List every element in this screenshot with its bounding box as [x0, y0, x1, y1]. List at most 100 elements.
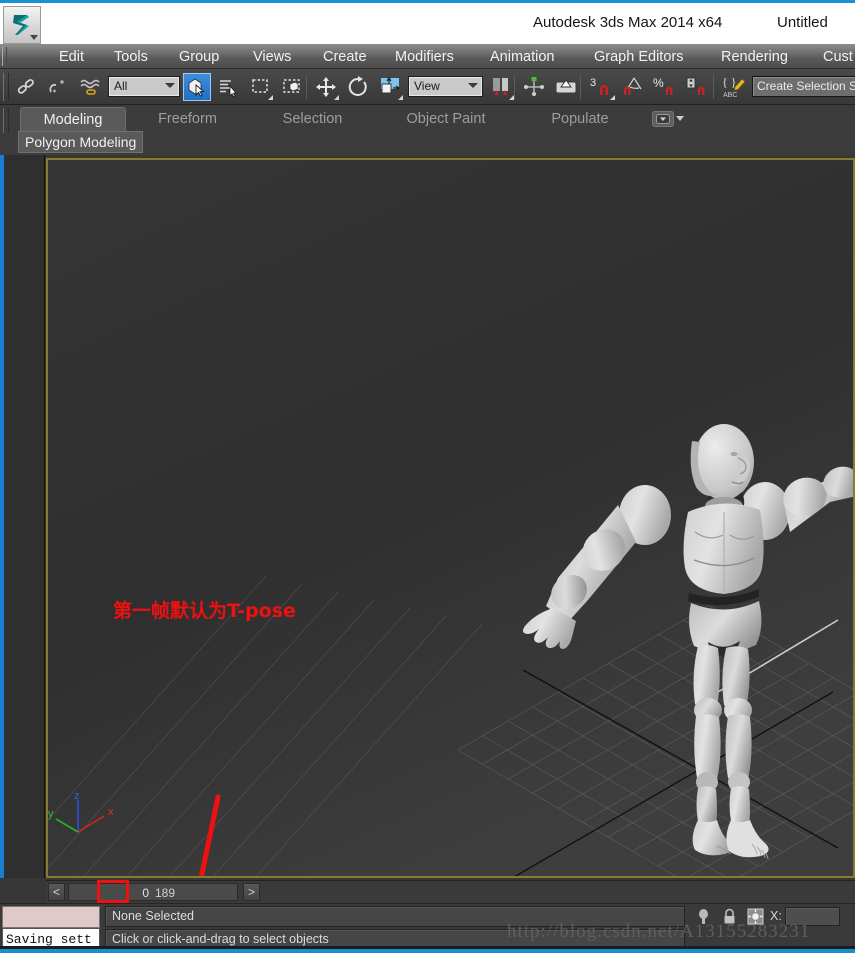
selection-lock-toggle-icon [724, 908, 735, 924]
flyout-indicator-icon [334, 95, 339, 100]
main-toolbar: All View 3 % {} ABC Create Selection Se [0, 69, 855, 105]
current-frame-label: 0 [142, 886, 149, 900]
angle-snap-toggle-button[interactable] [620, 73, 648, 101]
reference-coordinate-value: View [414, 79, 440, 93]
select-and-move-button[interactable] [312, 73, 340, 101]
coordinate-x-label: X: [770, 909, 782, 923]
svg-text:%: % [653, 76, 664, 90]
svg-text:ABC: ABC [723, 92, 737, 99]
3dsmax-window: Autodesk 3ds Max 2014 x64 Untitled Edit … [0, 0, 855, 953]
ribbon-panel-polygon-modeling[interactable]: Polygon Modeling [18, 131, 144, 153]
bind-to-space-warp-icon [80, 79, 100, 95]
flyout-indicator-icon [268, 95, 273, 100]
time-slider-track[interactable]: 0 189 [68, 883, 238, 901]
named-selection-set-field[interactable]: Create Selection Se [752, 76, 855, 97]
time-slider-row: < 0 189 > [46, 880, 855, 903]
key-mode-toggle-button[interactable] [694, 907, 713, 926]
reference-coordinate-combo[interactable]: View [408, 76, 483, 97]
select-object-icon [188, 78, 205, 97]
window-title-document: Untitled [777, 14, 828, 31]
named-selection-set-value: Create Selection Se [757, 79, 855, 93]
chevron-down-icon[interactable] [676, 116, 684, 121]
viewport-scene [48, 160, 853, 876]
bind-to-space-warp-button[interactable] [76, 73, 104, 101]
menu-bar-grip[interactable] [2, 47, 7, 66]
bottom-accent-bar [0, 949, 855, 953]
ribbon-minimize-icon [656, 114, 670, 124]
select-and-manipulate-button[interactable] [520, 73, 548, 101]
mirror-icon [555, 79, 577, 94]
menu-item-views[interactable]: Views [250, 47, 294, 67]
mirror-button[interactable] [552, 73, 580, 101]
annotation-text: 第一帧默认为T-pose [113, 600, 296, 622]
perspective-viewport[interactable]: [+][Perspective][Realistic] [46, 158, 855, 878]
snaps-toggle-button[interactable]: 3 [588, 73, 616, 101]
menu-item-group[interactable]: Group [176, 47, 222, 67]
select-by-name-icon [220, 80, 237, 97]
selection-status-field: None Selected [105, 906, 685, 927]
select-and-link-button[interactable] [12, 73, 40, 101]
main-toolbar-grip[interactable] [3, 73, 9, 101]
menu-item-tools[interactable]: Tools [111, 47, 151, 67]
unlink-selection-icon [49, 80, 64, 93]
selection-lock-toggle-button[interactable] [720, 907, 739, 926]
edit-named-selection-sets-button[interactable]: { } ABC [721, 73, 749, 101]
coordinate-x-input[interactable] [785, 907, 840, 926]
window-crossing-button[interactable] [278, 73, 306, 101]
select-by-name-button[interactable] [214, 73, 242, 101]
tab-modeling[interactable]: Modeling [20, 107, 126, 131]
tab-populate[interactable]: Populate [530, 107, 630, 131]
axis-label-x: x [108, 806, 114, 818]
mental-ray-message-box[interactable] [2, 906, 100, 928]
next-frame-button[interactable]: > [243, 883, 260, 901]
total-frames-label: 189 [155, 886, 176, 900]
tab-freeform[interactable]: Freeform [140, 107, 235, 131]
left-command-panel-strip [0, 155, 45, 878]
select-object-button[interactable] [183, 73, 211, 101]
rectangular-selection-region-button[interactable] [246, 73, 274, 101]
ribbon-minimize-button[interactable] [652, 111, 674, 127]
absolute-relative-transform-button[interactable] [746, 907, 765, 926]
tab-object-paint[interactable]: Object Paint [385, 107, 507, 131]
window-title-product: Autodesk 3ds Max 2014 x64 [533, 14, 723, 31]
window-crossing-icon [283, 79, 300, 93]
unlink-selection-button[interactable] [44, 73, 72, 101]
chevron-down-icon [468, 83, 478, 88]
spinner-snap-toggle-icon [686, 77, 705, 95]
menu-item-create[interactable]: Create [320, 47, 370, 67]
ribbon-grip[interactable] [3, 108, 9, 133]
selection-filter-value: All [114, 79, 128, 93]
absolute-relative-transform-icon [747, 908, 764, 925]
menu-item-customize[interactable]: Cust [820, 47, 855, 67]
menu-item-graph-editors[interactable]: Graph Editors [591, 47, 686, 67]
application-menu-button[interactable] [3, 6, 41, 44]
axis-label-y: y [48, 808, 54, 820]
menu-item-modifiers[interactable]: Modifiers [392, 47, 457, 67]
tab-selection[interactable]: Selection [260, 107, 365, 131]
percent-snap-toggle-icon: % [653, 76, 673, 95]
menu-item-rendering[interactable]: Rendering [718, 47, 791, 67]
select-and-scale-button[interactable] [376, 73, 404, 101]
svg-text:3: 3 [590, 77, 596, 89]
axis-label-z: z [74, 790, 80, 802]
chevron-down-icon [165, 83, 175, 88]
rectangular-selection-region-icon [252, 79, 268, 93]
key-mode-toggle-icon [699, 909, 708, 924]
use-center-flyout-button[interactable] [487, 73, 515, 101]
menu-item-edit[interactable]: Edit [56, 47, 87, 67]
select-and-rotate-button[interactable] [344, 73, 372, 101]
flyout-indicator-icon [398, 95, 403, 100]
select-and-link-icon [17, 79, 34, 94]
title-bar: Autodesk 3ds Max 2014 x64 Untitled [0, 0, 855, 44]
previous-frame-button[interactable]: < [48, 883, 65, 901]
svg-text:{ }: { } [722, 75, 737, 89]
angle-snap-toggle-icon [624, 77, 642, 95]
spinner-snap-toggle-button[interactable] [684, 73, 712, 101]
selection-filter-combo[interactable]: All [108, 76, 180, 97]
menu-item-animation[interactable]: Animation [487, 47, 557, 67]
edit-named-selection-sets-icon: { } ABC [722, 75, 746, 99]
menu-bar: Edit Tools Group Views Create Modifiers … [0, 44, 855, 69]
select-and-manipulate-icon [524, 77, 544, 96]
percent-snap-toggle-button[interactable]: % [652, 73, 680, 101]
caret-down-icon [30, 35, 38, 40]
